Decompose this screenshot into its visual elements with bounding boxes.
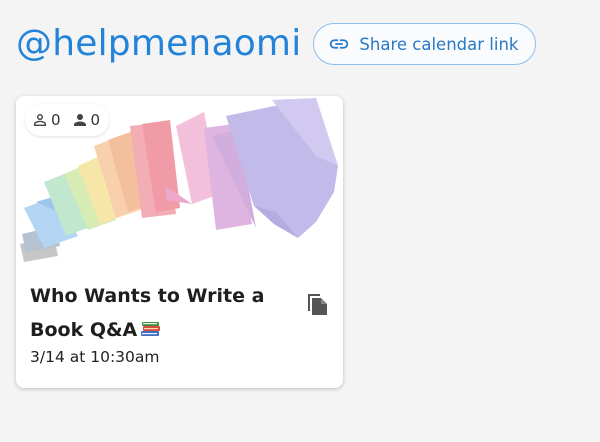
page: @helpmenaomi Share calendar link 0 0 Who…: [0, 0, 600, 442]
attendee-stats: 0 0: [25, 104, 110, 136]
event-card[interactable]: 0 0 Who Wants to Write a Book Q&A 3/14 a…: [16, 96, 343, 388]
person-filled-icon: [71, 111, 89, 129]
attendee-outline-count: 0: [51, 111, 61, 129]
link-icon: [328, 33, 350, 55]
attendee-filled-count: 0: [90, 111, 101, 129]
books-emoji-icon: [141, 322, 161, 336]
share-calendar-link-label: Share calendar link: [359, 34, 519, 54]
event-date: 3/14 at 10:30am: [30, 348, 160, 366]
attendee-stat-outline: 0: [31, 111, 61, 129]
share-calendar-link-button[interactable]: Share calendar link: [313, 23, 537, 65]
person-outline-icon: [31, 111, 49, 129]
profile-handle: @helpmenaomi: [16, 23, 302, 64]
copy-icon: [304, 294, 330, 321]
event-title[interactable]: Who Wants to Write a Book Q&A: [30, 279, 292, 347]
profile-header: @helpmenaomi Share calendar link: [16, 18, 537, 70]
attendee-stat-filled: 0: [71, 111, 101, 129]
copy-event-button[interactable]: [304, 289, 330, 317]
